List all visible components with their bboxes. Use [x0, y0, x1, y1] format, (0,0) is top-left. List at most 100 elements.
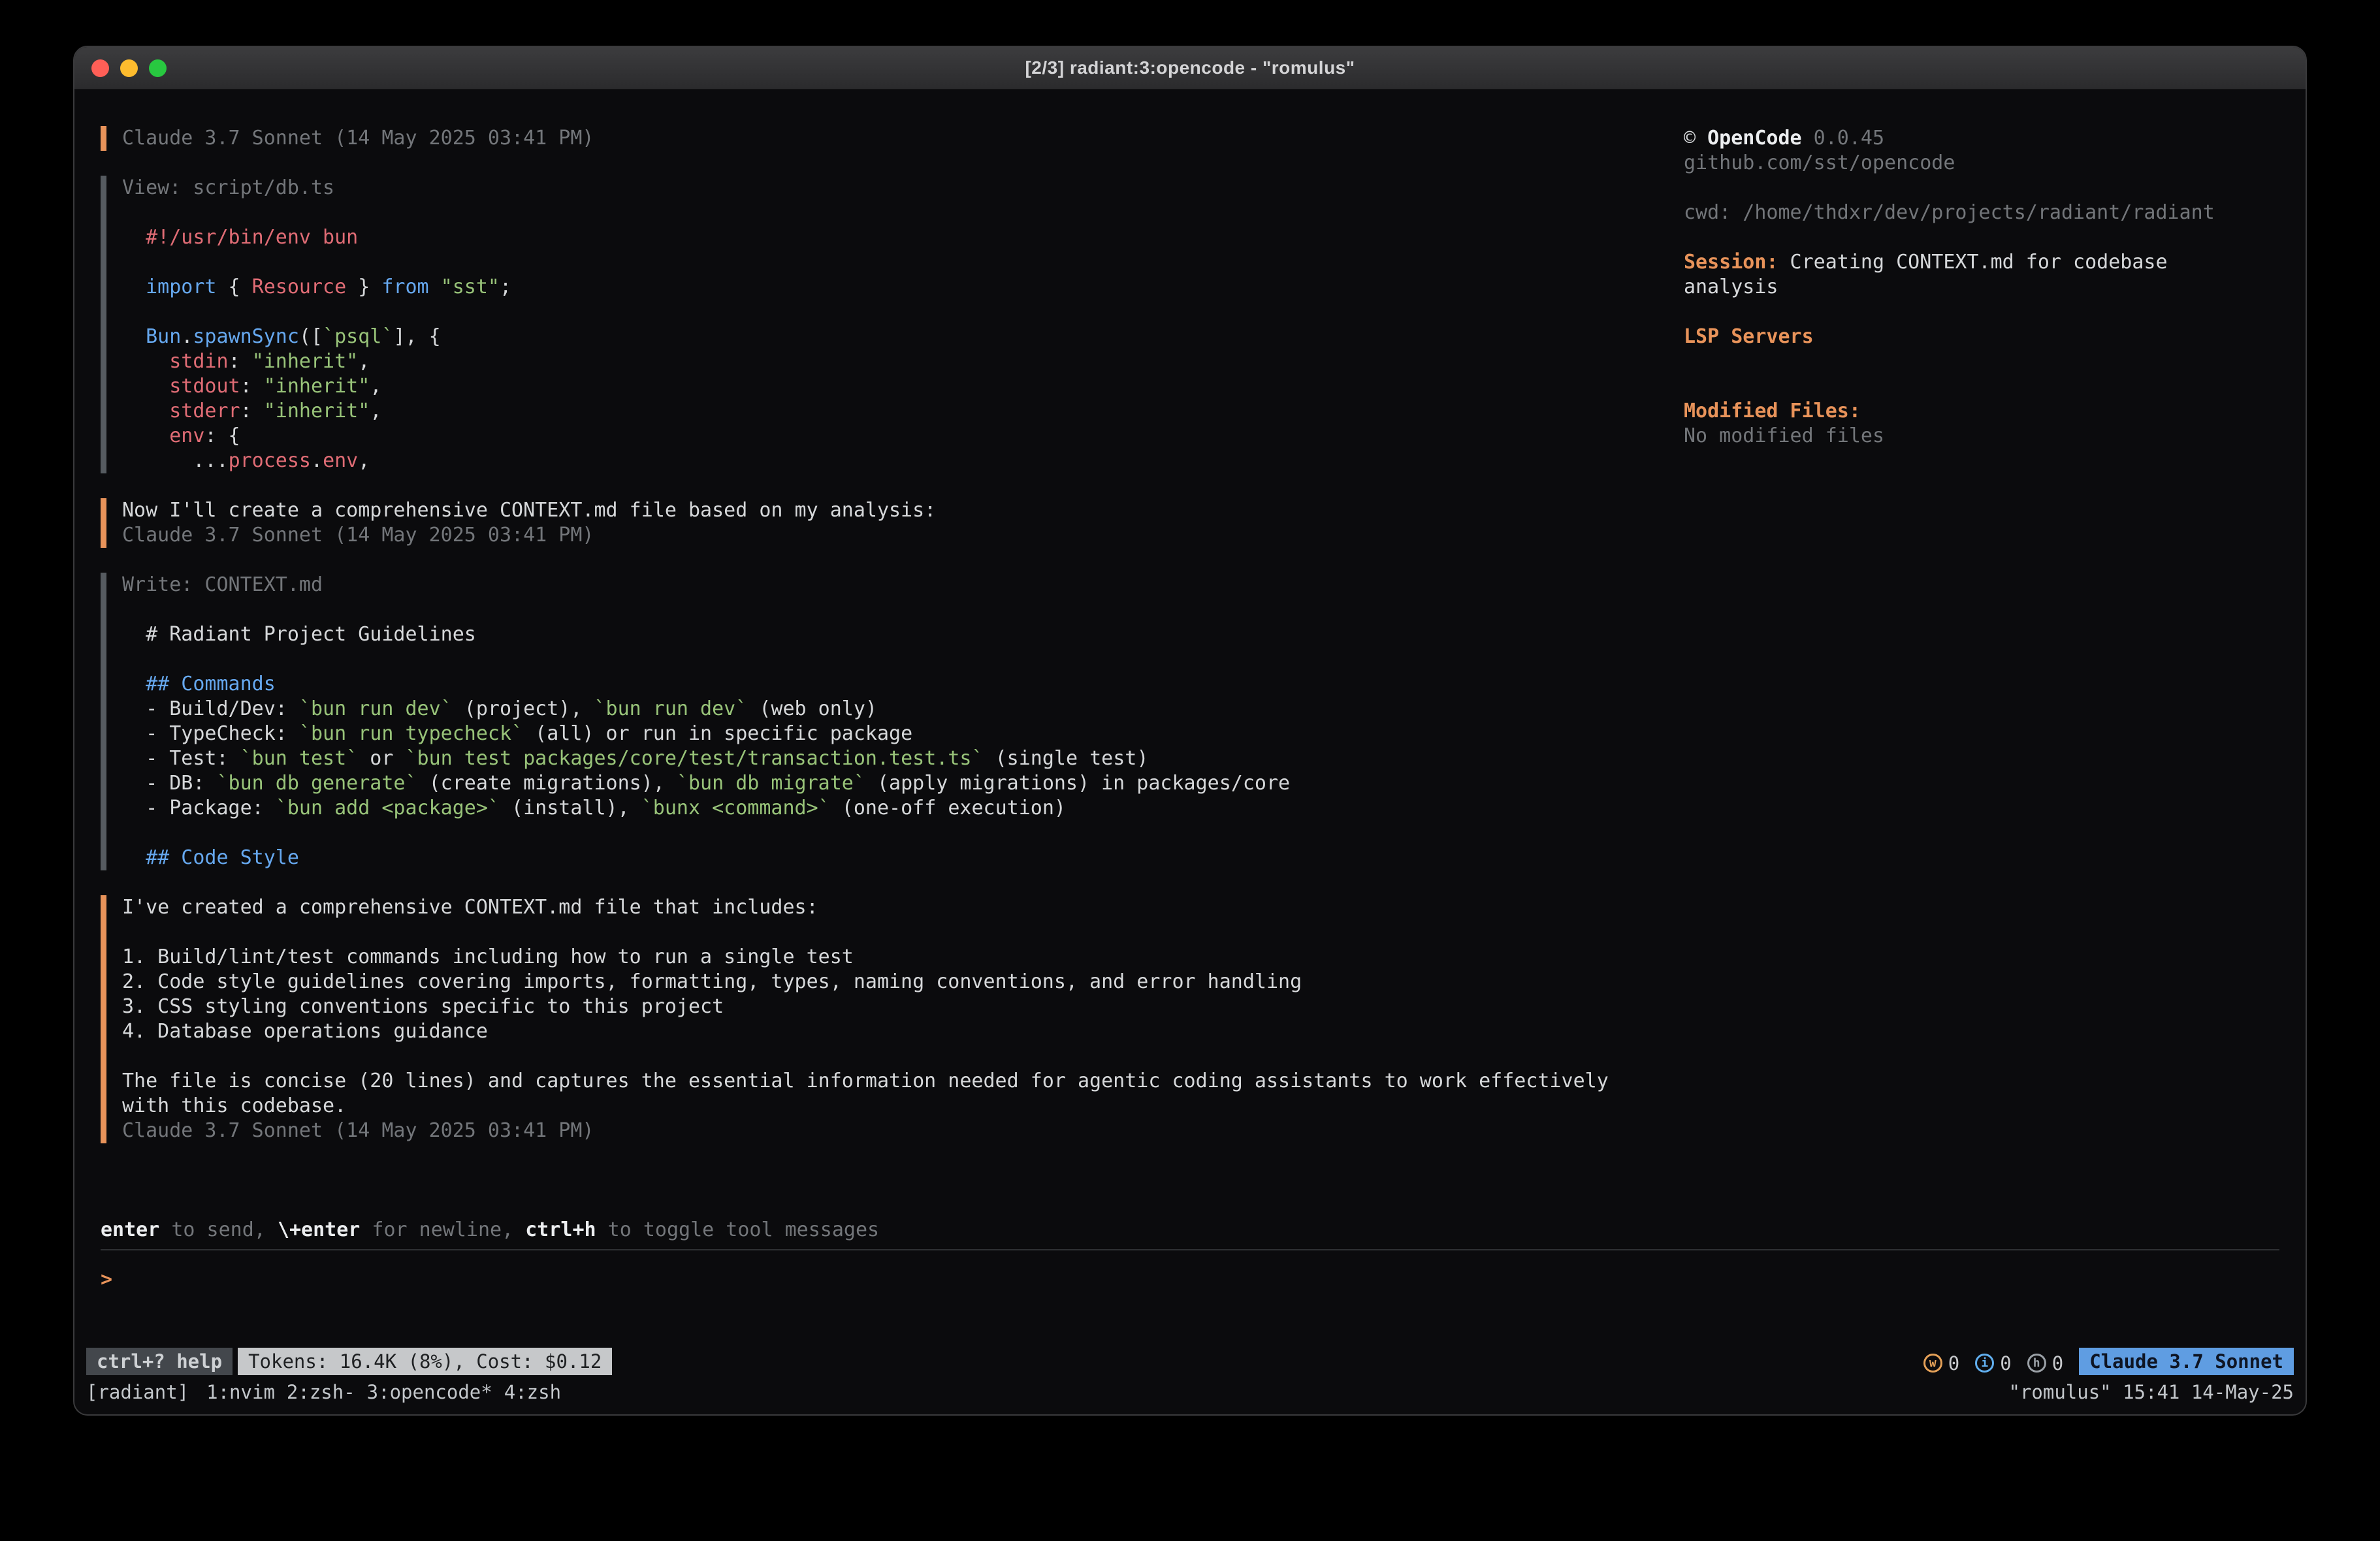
warning-diagnostic: w0	[1923, 1352, 1959, 1375]
text-segment: "inherit"	[264, 400, 370, 422]
text-segment: 2. Code style guidelines covering import…	[122, 970, 1302, 993]
text-segment	[122, 424, 169, 447]
message-line	[122, 821, 1684, 846]
hint-count: 0	[2052, 1352, 2063, 1375]
tmux-session-info: "romulus" 15:41 14-May-25	[2009, 1379, 2294, 1405]
info-diagnostic: i0	[1975, 1352, 2011, 1375]
text-segment: `bun test packages/core/test/transaction…	[406, 747, 984, 770]
message-line: - Package: `bun add <package>` (install)…	[122, 796, 1684, 821]
text-segment: (web only)	[747, 697, 877, 720]
text-segment: :	[240, 400, 264, 422]
text-segment: "sst"	[441, 276, 500, 298]
text-segment: `bun db migrate`	[677, 772, 865, 795]
message-line: The file is concise (20 lines) and captu…	[122, 1069, 1684, 1094]
text-segment: Resource	[252, 276, 347, 298]
message-line	[122, 647, 1684, 672]
text-segment: Bun	[146, 325, 181, 348]
status-bar: ctrl+? help Tokens: 16.4K (8%), Cost: $0…	[86, 1348, 2294, 1375]
message-block: Claude 3.7 Sonnet (14 May 2025 03:41 PM)	[101, 126, 1684, 151]
text-segment: :	[229, 350, 252, 373]
text-segment: ], {	[393, 325, 440, 348]
text-segment: to send,	[159, 1218, 278, 1241]
text-segment: "inherit"	[264, 375, 370, 398]
message-block: Write: CONTEXT.md # Radiant Project Guid…	[101, 573, 1684, 870]
text-segment: I've created a comprehensive CONTEXT.md …	[122, 896, 818, 919]
terminal-window: [2/3] radiant:3:opencode - "romulus" Cla…	[73, 46, 2307, 1416]
message-line: stdout: "inherit",	[122, 374, 1684, 399]
text-segment: {	[217, 276, 252, 298]
text-segment: enter	[101, 1218, 159, 1241]
zoom-button[interactable]	[149, 59, 167, 77]
text-segment: .	[181, 325, 193, 348]
text-segment: (install),	[500, 797, 641, 819]
text-segment: `bun add <package>`	[276, 797, 500, 819]
text-segment: .	[311, 449, 323, 472]
message-line	[122, 1044, 1684, 1069]
sidebar-line: analysis	[1684, 275, 2279, 300]
text-segment: (project),	[453, 697, 594, 720]
text-segment: from	[381, 276, 428, 298]
message-line: - TypeCheck: `bun run typecheck` (all) o…	[122, 722, 1684, 746]
tmux-session-name: [radiant]	[86, 1381, 189, 1403]
close-button[interactable]	[91, 59, 109, 77]
text-segment: ([	[299, 325, 323, 348]
text-segment: env	[323, 449, 358, 472]
text-segment: `psql`	[323, 325, 393, 348]
sidebar-line: cwd: /home/thdxr/dev/projects/radiant/ra…	[1684, 200, 2279, 225]
text-segment: 1. Build/lint/test commands including ho…	[122, 945, 854, 968]
text-segment: (all) or run in specific package	[523, 722, 912, 745]
text-segment: env	[169, 424, 204, 447]
message-line	[122, 200, 1684, 225]
tmux-window-3[interactable]: 3:opencode*	[367, 1381, 492, 1403]
message-line: import { Resource } from "sst";	[122, 275, 1684, 300]
message-line	[122, 250, 1684, 275]
message-line: #!/usr/bin/env bun	[122, 225, 1684, 250]
text-segment: to toggle tool messages	[596, 1218, 879, 1241]
text-segment: (single test)	[984, 747, 1149, 770]
text-segment: (one-off execution)	[830, 797, 1066, 819]
text-segment: ctrl+h	[525, 1218, 596, 1241]
message-line: 1. Build/lint/test commands including ho…	[122, 945, 1684, 970]
text-segment: stdout	[169, 375, 240, 398]
tmux-window-2[interactable]: 2:zsh-	[287, 1381, 355, 1403]
hint-icon: h	[2027, 1354, 2046, 1373]
text-segment: ;	[500, 276, 511, 298]
text-segment: :	[240, 375, 264, 398]
text-segment: `bun test`	[240, 747, 359, 770]
text-segment: import	[146, 276, 216, 298]
text-segment: ,	[358, 350, 370, 373]
message-line	[122, 920, 1684, 945]
sidebar-line: Modified Files:	[1684, 399, 2279, 424]
message-line: # Radiant Project Guidelines	[122, 622, 1684, 647]
text-segment: ## Commands	[146, 673, 276, 695]
editor-divider	[101, 1249, 2279, 1250]
text-segment: - TypeCheck:	[122, 722, 299, 745]
text-segment: "inherit"	[252, 350, 359, 373]
tmux-window-4[interactable]: 4:zsh	[504, 1381, 561, 1403]
text-segment: Claude 3.7 Sonnet (14 May 2025 03:41 PM)	[122, 1119, 594, 1142]
minimize-button[interactable]	[120, 59, 138, 77]
window-titlebar[interactable]: [2/3] radiant:3:opencode - "romulus"	[74, 47, 2306, 89]
message-line: View: script/db.ts	[122, 176, 1684, 200]
message-line: - DB: `bun db generate` (create migratio…	[122, 771, 1684, 796]
text-segment	[122, 350, 169, 373]
info-icon: i	[1975, 1354, 1994, 1373]
text-segment: `bun run typecheck`	[299, 722, 523, 745]
sidebar-line	[1684, 225, 2279, 250]
text-segment: ,	[370, 375, 381, 398]
text-segment: process	[229, 449, 311, 472]
text-segment: LSP Servers	[1684, 325, 1814, 348]
text-segment: spawnSync	[193, 325, 299, 348]
hint-diagnostic: h0	[2027, 1352, 2063, 1375]
text-segment	[122, 846, 146, 869]
message-line: 4. Database operations guidance	[122, 1019, 1684, 1044]
window-title: [2/3] radiant:3:opencode - "romulus"	[74, 57, 2306, 78]
tmux-window-1[interactable]: 1:nvim	[206, 1381, 275, 1403]
message-line: stderr: "inherit",	[122, 399, 1684, 424]
text-segment: cwd: /home/thdxr/dev/projects/radiant/ra…	[1684, 201, 2215, 224]
session-sidebar: © OpenCode 0.0.45github.com/sst/opencode…	[1684, 126, 2279, 449]
message-line: Claude 3.7 Sonnet (14 May 2025 03:41 PM)	[122, 126, 1684, 151]
prompt-input[interactable]: >	[101, 1267, 2279, 1292]
sidebar-line	[1684, 300, 2279, 325]
text-segment: or	[358, 747, 405, 770]
